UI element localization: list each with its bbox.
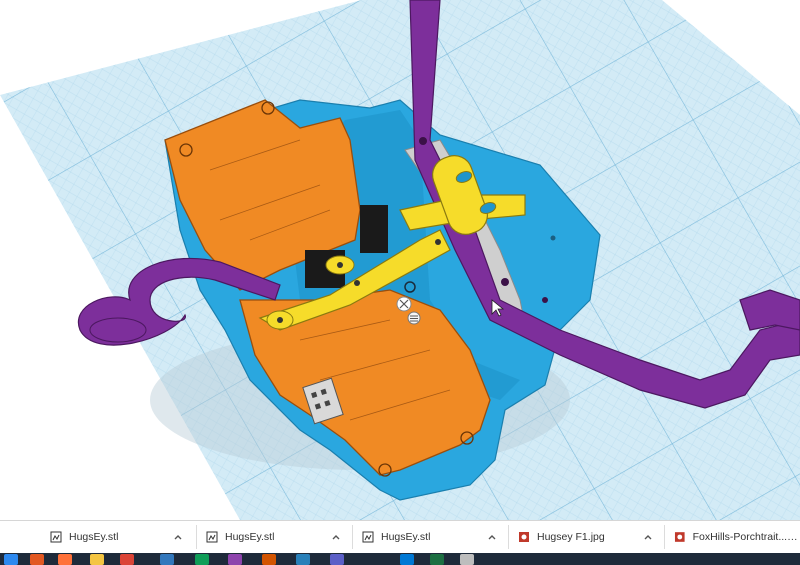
file-explorer-icon[interactable] — [195, 554, 209, 565]
download-shelf: HugsEy.stl HugsEy.stl HugsEy.stl Hugsey … — [0, 520, 800, 553]
chevron-up-icon[interactable] — [330, 531, 342, 543]
download-item[interactable]: FoxHills-Porchtrait....jpg — [674, 521, 800, 553]
calendar-icon[interactable] — [296, 554, 310, 565]
paint-icon[interactable] — [262, 554, 276, 565]
3d-viewport[interactable] — [0, 0, 800, 520]
menu-lines-icon[interactable] — [407, 311, 421, 325]
excel-icon[interactable] — [430, 554, 444, 565]
photos-icon[interactable] — [228, 554, 242, 565]
browser-icon[interactable] — [30, 554, 44, 565]
chrome-icon[interactable] — [120, 554, 134, 565]
stl-file-icon — [50, 531, 62, 543]
edge-icon[interactable] — [160, 554, 174, 565]
download-item[interactable]: HugsEy.stl — [206, 521, 346, 553]
download-filename: HugsEy.stl — [69, 531, 119, 543]
workplane-scene[interactable] — [0, 0, 800, 520]
outlook-icon[interactable] — [400, 554, 414, 565]
download-filename: FoxHills-Porchtrait....jpg — [692, 531, 800, 543]
download-filename: Hugsey F1.jpg — [537, 531, 605, 543]
app-icon[interactable] — [460, 554, 474, 565]
chevron-up-icon[interactable] — [486, 531, 498, 543]
jpg-file-icon — [674, 532, 685, 542]
teams-icon[interactable] — [330, 554, 344, 565]
windows-taskbar — [0, 553, 800, 565]
stl-file-icon — [362, 531, 374, 543]
jpg-file-icon — [519, 532, 529, 542]
download-item[interactable]: HugsEy.stl — [50, 521, 190, 553]
pivot-handle-icon[interactable] — [396, 296, 412, 312]
download-item[interactable]: Hugsey F1.jpg — [518, 521, 658, 553]
folder-icon[interactable] — [90, 554, 104, 565]
download-filename: HugsEy.stl — [381, 531, 431, 543]
chevron-up-icon[interactable] — [642, 531, 654, 543]
start-icon[interactable] — [4, 554, 18, 565]
download-item[interactable]: HugsEy.stl — [362, 521, 502, 553]
stl-file-icon — [206, 531, 218, 543]
chevron-up-icon[interactable] — [172, 531, 184, 543]
firefox-icon[interactable] — [58, 554, 72, 565]
download-filename: HugsEy.stl — [225, 531, 275, 543]
